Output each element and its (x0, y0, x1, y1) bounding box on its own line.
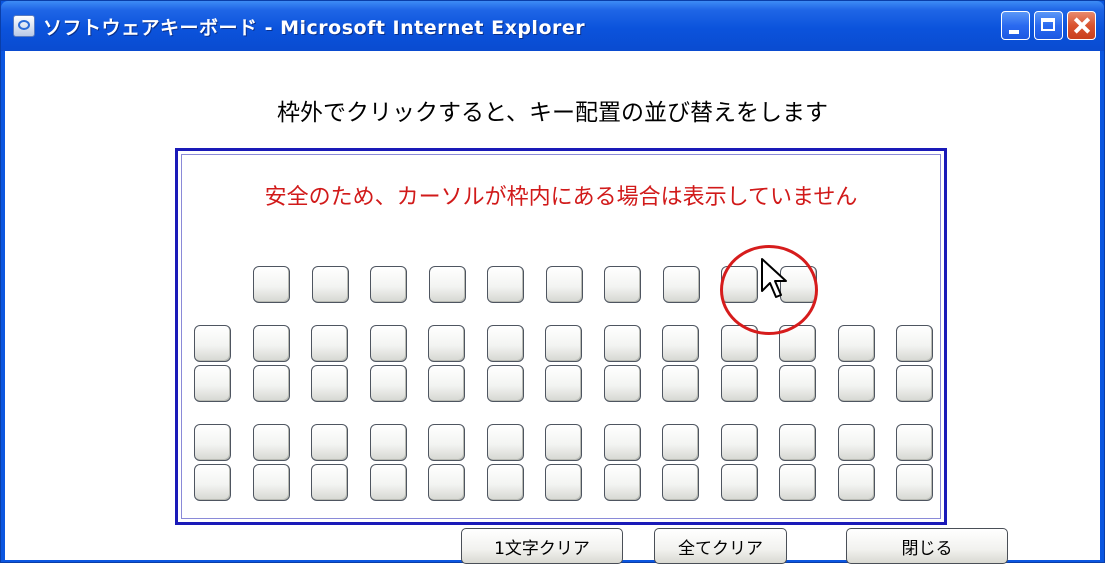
page-heading: 枠外でクリックすると、キー配置の並び替えをします (276, 100, 829, 126)
close-window-button[interactable] (1067, 11, 1096, 40)
window-title: ソフトウェアキーボード - Microsoft Internet Explore… (43, 17, 586, 39)
keyboard-key[interactable] (838, 464, 875, 501)
minimize-button[interactable] (1001, 11, 1030, 40)
keyboard-key[interactable] (194, 464, 231, 501)
keyboard-key[interactable] (253, 464, 290, 501)
keyboard-key[interactable] (838, 325, 875, 362)
keyboard-key[interactable] (487, 424, 524, 461)
keyboard-key[interactable] (604, 365, 641, 402)
keyboard-key[interactable] (487, 266, 524, 303)
keyboard-key[interactable] (194, 365, 231, 402)
keyboard-key[interactable] (311, 365, 348, 402)
keyboard-key[interactable] (721, 365, 758, 402)
keyboard-key[interactable] (545, 464, 582, 501)
keyboard-key[interactable] (896, 325, 933, 362)
keyboard-key[interactable] (604, 325, 641, 362)
keyboard-key[interactable] (428, 424, 465, 461)
keyboard-key[interactable] (194, 325, 231, 362)
keyboard-key[interactable] (311, 424, 348, 461)
keyboard-key[interactable] (311, 464, 348, 501)
keyboard-key[interactable] (194, 424, 231, 461)
keyboard-key[interactable] (253, 424, 290, 461)
maximize-button[interactable] (1034, 11, 1063, 40)
keyboard-key[interactable] (370, 365, 407, 402)
keyboard-key[interactable] (253, 325, 290, 362)
keyboard-key[interactable] (896, 464, 933, 501)
title-bar[interactable]: ソフトウェアキーボード - Microsoft Internet Explore… (1, 1, 1104, 51)
keyboard-key[interactable] (604, 266, 641, 303)
keyboard-key[interactable] (779, 365, 816, 402)
keyboard-key[interactable] (838, 424, 875, 461)
keyboard-key[interactable] (604, 464, 641, 501)
keyboard-key[interactable] (545, 325, 582, 362)
keyboard-key[interactable] (311, 325, 348, 362)
keyboard-key[interactable] (253, 365, 290, 402)
keyboard-key[interactable] (370, 424, 407, 461)
keyboard-key[interactable] (487, 365, 524, 402)
close-keyboard-button[interactable]: 閉じる (846, 528, 1008, 564)
keyboard-key[interactable] (312, 266, 349, 303)
keyboard-key[interactable] (896, 424, 933, 461)
keyboard-key[interactable] (487, 325, 524, 362)
keyboard-key[interactable] (545, 365, 582, 402)
keyboard-key[interactable] (545, 424, 582, 461)
keyboard-key[interactable] (662, 464, 699, 501)
keyboard-key[interactable] (662, 325, 699, 362)
keyboard-key[interactable] (896, 365, 933, 402)
keyboard-key[interactable] (838, 365, 875, 402)
software-keyboard-frame[interactable]: 安全のため、カーソルが枠内にある場合は表示していません 1文字クリア 全てクリア… (175, 148, 1008, 564)
security-warning: 安全のため、カーソルが枠内にある場合は表示していません (264, 185, 858, 210)
keyboard-key[interactable] (721, 464, 758, 501)
keyboard-key[interactable] (487, 464, 524, 501)
keyboard-key[interactable] (370, 266, 407, 303)
ie-page-icon (13, 15, 35, 37)
keyboard-key[interactable] (721, 424, 758, 461)
browser-window: ソフトウェアキーボード - Microsoft Internet Explore… (0, 0, 1105, 564)
keyboard-key[interactable] (253, 266, 290, 303)
keyboard-key[interactable] (604, 424, 641, 461)
keyboard-key[interactable] (779, 464, 816, 501)
keyboard-key[interactable] (428, 325, 465, 362)
keyboard-key[interactable] (779, 424, 816, 461)
keyboard-key[interactable] (428, 464, 465, 501)
keyboard-key[interactable] (370, 464, 407, 501)
mouse-pointer-icon (761, 258, 787, 298)
clear-all-button[interactable]: 全てクリア (654, 528, 787, 564)
clear-one-char-button[interactable]: 1文字クリア (461, 528, 623, 564)
keyboard-key[interactable] (370, 325, 407, 362)
keyboard-key[interactable] (663, 266, 700, 303)
keyboard-key[interactable] (429, 266, 466, 303)
keyboard-key[interactable] (662, 424, 699, 461)
page-content: 枠外でクリックすると、キー配置の並び替えをします 安全のため、カーソルが枠内にあ… (5, 51, 1100, 564)
keyboard-key[interactable] (662, 365, 699, 402)
keyboard-key[interactable] (546, 266, 583, 303)
keyboard-key[interactable] (428, 365, 465, 402)
